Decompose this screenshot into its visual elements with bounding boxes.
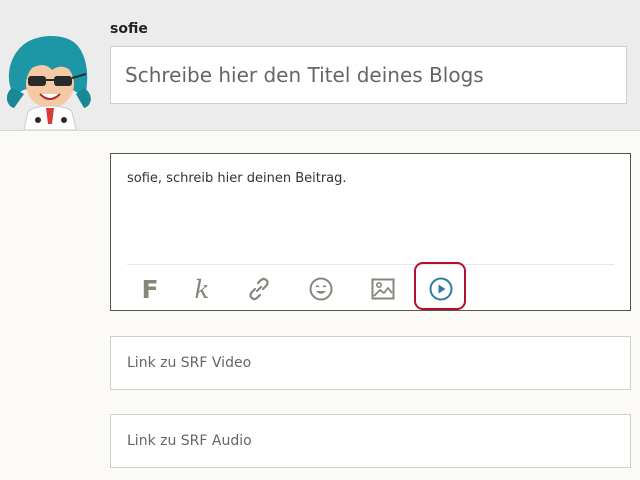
srf-audio-link-input[interactable] (110, 414, 631, 468)
post-editor[interactable]: sofie, schreib hier deinen Beitrag. F k (110, 153, 631, 311)
srf-video-link-input[interactable] (110, 336, 631, 390)
emoji-button[interactable] (304, 272, 338, 306)
bold-icon: F (141, 274, 159, 304)
image-button[interactable] (366, 272, 400, 306)
link-button[interactable] (242, 272, 276, 306)
toolbar-divider (127, 264, 614, 265)
header-band: sofie (0, 0, 640, 131)
link-icon (249, 277, 269, 301)
image-icon (371, 278, 395, 300)
bold-button[interactable]: F (133, 272, 167, 306)
blog-title-input[interactable] (110, 46, 627, 104)
avatar (6, 35, 91, 130)
video-button-highlight (414, 262, 466, 310)
emoji-icon (309, 277, 333, 301)
username: sofie (110, 21, 148, 37)
italic-icon: k (194, 274, 210, 304)
italic-button[interactable]: k (185, 272, 219, 306)
post-body-placeholder[interactable]: sofie, schreib hier deinen Beitrag. (127, 171, 347, 186)
